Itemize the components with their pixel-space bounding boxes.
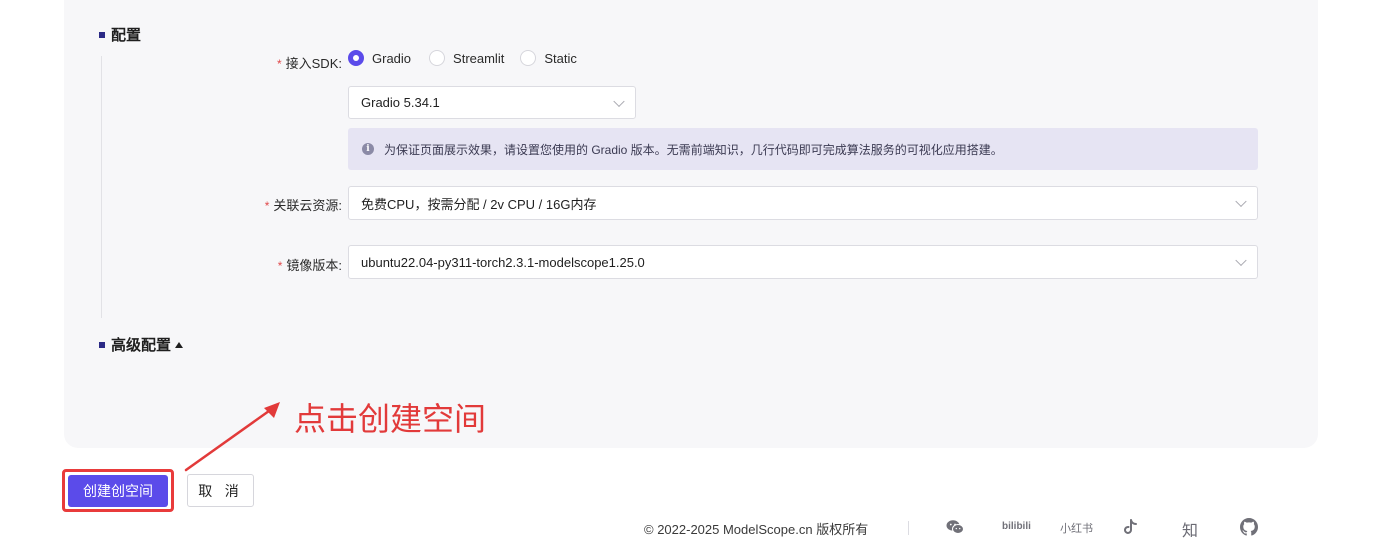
info-text: 为保证页面展示效果，请设置您使用的 Gradio 版本。无需前端知识，几行代码即… bbox=[384, 142, 1003, 157]
radio-label: Static bbox=[544, 50, 577, 66]
sdk-radio-streamlit[interactable]: Streamlit bbox=[429, 50, 504, 66]
cloud-resource-label-colon: : bbox=[338, 198, 342, 213]
image-version-label-text: 镜像版本 bbox=[286, 258, 339, 273]
section-config-title: 配置 bbox=[99, 24, 141, 45]
sdk-radio-gradio[interactable]: Gradio bbox=[348, 50, 411, 66]
advanced-config-toggle[interactable]: 高级配置 bbox=[99, 334, 184, 355]
radio-dot[interactable] bbox=[429, 50, 446, 66]
wechat-icon[interactable] bbox=[946, 519, 964, 535]
annotation-text: 点击创建空间 bbox=[294, 400, 487, 438]
gradio-version-select[interactable]: Gradio 5.34.1 bbox=[348, 86, 636, 119]
gradio-version-value: Gradio 5.34.1 bbox=[361, 95, 440, 110]
sdk-label-text: 接入SDK bbox=[285, 56, 339, 71]
section-guide-line bbox=[101, 56, 102, 318]
cloud-resource-select[interactable]: 免费CPU，按需分配 / 2v CPU / 16G内存 bbox=[348, 186, 1258, 220]
annotation-arrow-icon bbox=[184, 402, 280, 472]
radio-dot[interactable] bbox=[348, 50, 364, 66]
required-mark: * bbox=[277, 259, 283, 273]
sdk-radio-group: Gradio Streamlit Static bbox=[348, 50, 593, 66]
chevron-down-icon bbox=[613, 95, 625, 107]
cloud-resource-label: * 关联云资源: bbox=[265, 195, 342, 214]
image-version-value: ubuntu22.04-py311-torch2.3.1-modelscope1… bbox=[361, 254, 645, 270]
required-mark: * bbox=[276, 57, 282, 71]
section-marker bbox=[99, 31, 105, 38]
advanced-config-label: 高级配置 bbox=[111, 337, 172, 354]
sdk-label: * 接入SDK: bbox=[277, 53, 342, 72]
sdk-label-colon: : bbox=[338, 56, 342, 71]
douyin-icon[interactable] bbox=[1124, 519, 1138, 535]
xiaohongshu-icon[interactable]: 小红书 bbox=[1060, 520, 1093, 536]
caret-up-icon bbox=[175, 341, 184, 348]
info-banner: i 为保证页面展示效果，请设置您使用的 Gradio 版本。无需前端知识，几行代… bbox=[348, 128, 1258, 170]
required-mark: * bbox=[264, 199, 270, 213]
sdk-radio-static[interactable]: Static bbox=[520, 50, 577, 66]
image-version-label: * 镜像版本: bbox=[278, 255, 342, 274]
bilibili-icon[interactable]: bilibili bbox=[1002, 521, 1031, 532]
image-version-select[interactable]: ubuntu22.04-py311-torch2.3.1-modelscope1… bbox=[348, 245, 1258, 279]
chevron-down-icon bbox=[1235, 254, 1247, 267]
info-icon: i bbox=[362, 143, 374, 155]
create-space-button[interactable]: 创建创空间 bbox=[68, 475, 168, 507]
radio-label: Gradio bbox=[372, 50, 412, 66]
form-panel bbox=[64, 0, 1318, 448]
section-config-label: 配置 bbox=[111, 27, 142, 44]
footer-copyright: © 2022-2025 ModelScope.cn 版权所有 bbox=[644, 522, 869, 537]
image-version-label-colon: : bbox=[338, 258, 342, 273]
zhihu-icon[interactable]: 知 bbox=[1182, 517, 1198, 541]
chevron-down-icon bbox=[1235, 195, 1247, 208]
section-marker bbox=[99, 341, 105, 348]
radio-label: Streamlit bbox=[453, 50, 505, 66]
footer-divider bbox=[908, 521, 909, 535]
cloud-resource-value: 免费CPU，按需分配 / 2v CPU / 16G内存 bbox=[361, 196, 597, 212]
cloud-resource-label-text: 关联云资源 bbox=[273, 198, 339, 213]
radio-dot[interactable] bbox=[520, 50, 537, 66]
github-icon[interactable] bbox=[1240, 518, 1258, 536]
cancel-button[interactable]: 取 消 bbox=[187, 474, 254, 507]
